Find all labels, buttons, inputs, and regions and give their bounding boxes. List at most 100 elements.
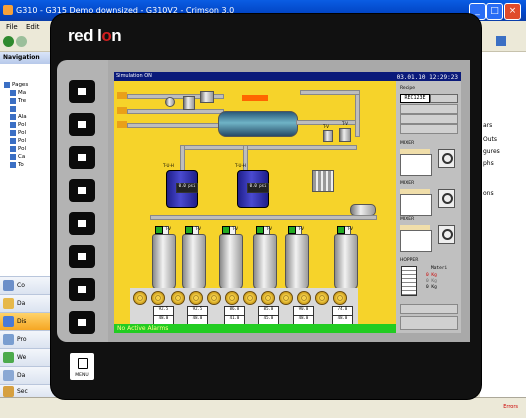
pump-icon [165,97,175,107]
mixer-label: MIXER [400,217,415,222]
agitator-icon [297,291,311,305]
recipe-select-button[interactable] [430,94,458,103]
hmi-title-bar: Simulation ON 03.01.10 12:29:23 [114,72,461,81]
page-icon [10,145,16,152]
category-programs[interactable]: Pro [0,330,57,348]
vat-valve [288,226,296,234]
agitator-icon [133,291,147,305]
tv-label: T-V [232,226,239,231]
vat-valve [155,226,163,234]
function-key-7[interactable] [69,278,95,301]
fermentation-vat [219,234,243,290]
resource-item[interactable]: Outs [483,136,497,143]
alarm-banner[interactable]: No Active Alarms [114,324,396,333]
category-web-server[interactable]: We [0,348,57,366]
comms-icon [3,280,14,291]
agitator-icon [279,291,293,305]
menu-file[interactable]: File [6,23,18,31]
fermentation-vat [182,234,206,290]
recipe-button[interactable] [400,104,458,114]
maximize-icon[interactable]: □ [486,3,503,20]
fermentation-vat [285,234,309,290]
tree-item[interactable]: Pol [10,121,26,129]
mixer-label: MIXER [400,141,415,146]
hopper-value: 0 Kg [426,273,437,278]
category-data-logger[interactable]: Da [0,366,57,384]
program-icon [3,334,14,345]
category-display-pages[interactable]: Dis [0,312,57,330]
tv-label: T-V [298,226,305,231]
tree-item[interactable]: Pol [10,129,26,137]
category-security[interactable]: Sec [0,384,57,398]
resource-item[interactable]: ons [483,190,494,197]
fermentation-vat [152,234,176,290]
agitator-icon [315,291,329,305]
page-icon [10,137,16,144]
agitator-icon [171,291,185,305]
errors-indicator[interactable]: Errors [503,404,518,410]
function-key-8[interactable] [69,311,95,334]
brand-logo: red lon [68,26,122,45]
tree-item[interactable]: Pages [4,81,28,89]
function-key-3[interactable] [69,146,95,169]
valve-icon [339,128,351,142]
hopper-button[interactable] [400,316,458,330]
navigation-tree: Pages Ma Tre Ala Pol Pol Pol Pol Ca To [0,64,57,184]
hopper-button[interactable] [400,304,458,314]
agitator-icon [207,291,221,305]
mixing-vessel [218,111,298,137]
tree-item[interactable]: Pol [10,137,26,145]
tv-label: T-V [266,226,273,231]
menu-button[interactable]: MENU [70,353,94,380]
hopper-value: 0 Kg [426,279,437,284]
function-key-6[interactable] [69,245,95,268]
pipe [180,145,185,172]
navigation-header: Navigation [0,52,57,64]
function-key-2[interactable] [69,113,95,136]
inlet-arrow [117,92,127,99]
logger-icon [3,370,14,381]
agitator-icon [151,291,165,305]
resource-item[interactable]: gures [483,148,500,155]
tree-item[interactable] [10,105,18,113]
forward-icon[interactable] [16,36,27,47]
function-key-5[interactable] [69,212,95,235]
tv-label: T-V [342,121,349,126]
vat-valve [256,226,264,234]
display-icon [3,316,14,327]
valve-icon [200,91,214,103]
mixer-knob-icon[interactable] [438,149,455,168]
warning-sign [242,95,268,101]
tree-item[interactable]: To [10,161,24,169]
fermentation-vat [253,234,277,290]
help-icon[interactable] [496,36,506,46]
tags-icon [3,298,14,309]
alarm-text: No Active Alarms [117,325,169,332]
recipe-button[interactable] [400,124,458,134]
close-icon[interactable]: × [504,3,521,20]
mixer-label: MIXER [400,181,415,186]
resource-item[interactable]: phs [483,160,494,167]
category-comms[interactable]: Co [0,276,57,294]
function-key-4[interactable] [69,179,95,202]
recipe-button[interactable] [400,114,458,124]
heat-exchanger [312,170,334,192]
back-icon[interactable] [3,36,14,47]
tree-item[interactable]: Tre [10,97,26,105]
pressure-readout-1: 0.0 psi [176,183,198,193]
recipe-field[interactable]: REC123E [400,94,430,103]
mixer-knob-icon[interactable] [438,225,455,244]
resource-item[interactable]: ars [483,122,492,129]
tree-item[interactable]: Ala [10,113,27,121]
page-icon [10,121,16,128]
function-key-1[interactable] [69,80,95,103]
agitator-icon [189,291,203,305]
mixer-knob-icon[interactable] [438,189,455,208]
category-data-tags[interactable]: Da [0,294,57,312]
menu-edit[interactable]: Edit [26,23,40,31]
tree-item[interactable]: Ca [10,153,25,161]
tree-item[interactable]: Pol [10,145,26,153]
resource-panel [480,52,526,397]
inlet-arrow [117,107,127,114]
tree-item[interactable]: Ma [10,89,26,97]
